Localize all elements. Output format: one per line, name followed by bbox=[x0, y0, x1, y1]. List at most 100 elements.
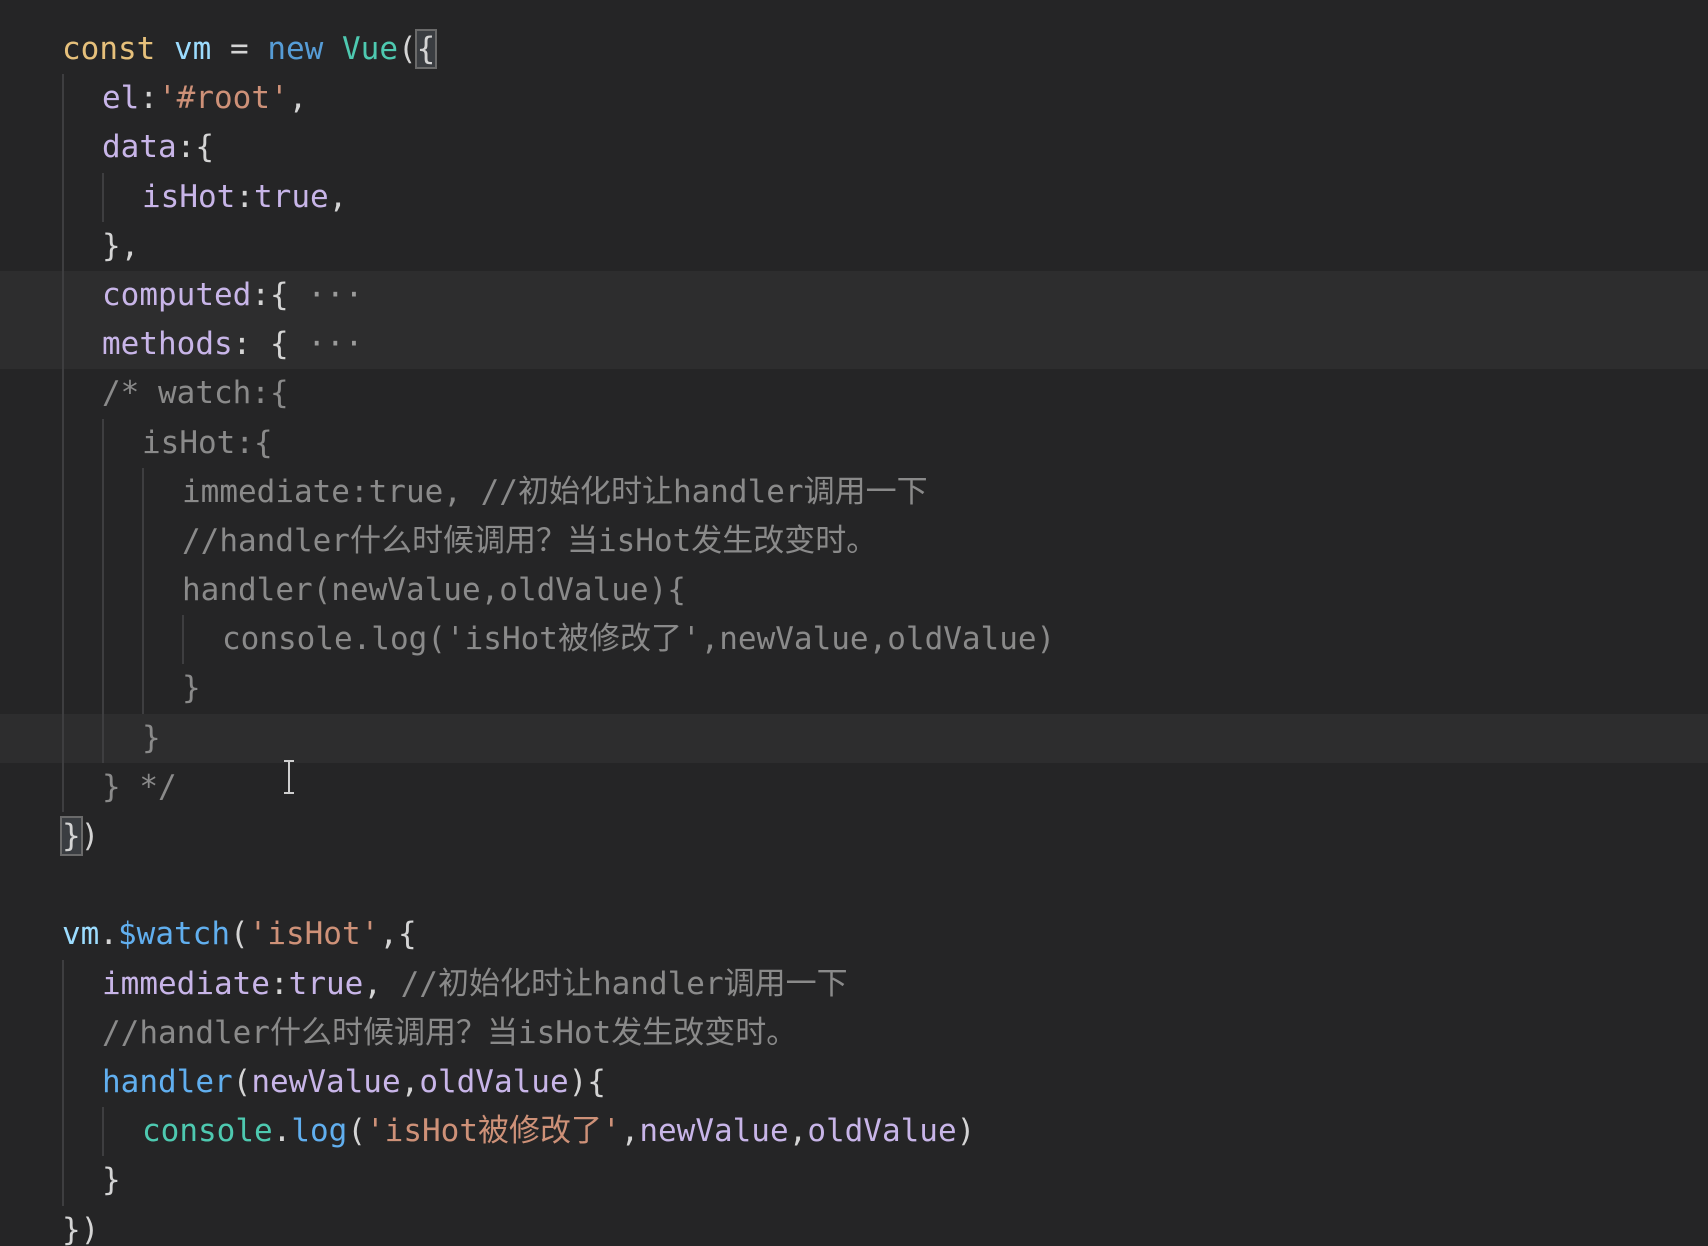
indent-guide bbox=[102, 172, 104, 222]
code-token: :{ bbox=[176, 129, 214, 166]
code-token: ( bbox=[229, 916, 249, 953]
code-token: , bbox=[400, 1063, 420, 1100]
indent-guide bbox=[182, 615, 184, 665]
code-token: 'isHot被修改了' bbox=[366, 1113, 621, 1150]
code-token: : bbox=[235, 178, 254, 215]
code-token: ){ bbox=[568, 1063, 606, 1100]
code-token: console.log('isHot被修改了',newValue,oldValu… bbox=[222, 621, 1056, 658]
indent-guide bbox=[62, 221, 64, 271]
code-line[interactable]: console.log('isHot被修改了',newValue,oldValu… bbox=[0, 1107, 1708, 1157]
code-token: handler(newValue,oldValue){ bbox=[182, 572, 686, 609]
code-token: : { bbox=[232, 326, 308, 363]
code-token: const bbox=[62, 31, 156, 67]
code-token: : bbox=[269, 965, 289, 1002]
indent-guide bbox=[62, 369, 64, 419]
line-code: methods: { ··· bbox=[102, 320, 363, 369]
code-token: ) bbox=[80, 818, 100, 854]
code-token: } bbox=[60, 816, 83, 856]
indent-guide bbox=[62, 172, 64, 222]
code-line[interactable]: //handler什么时候调用？当isHot发生改变时。 bbox=[0, 1008, 1708, 1058]
code-token: oldValue bbox=[419, 1063, 569, 1100]
indent-guide bbox=[62, 615, 64, 665]
code-token: isHot:{ bbox=[142, 424, 273, 461]
code-line[interactable]: }) bbox=[0, 1206, 1708, 1246]
line-code: } bbox=[102, 1156, 121, 1205]
code-token: $watch bbox=[118, 916, 230, 953]
code-line[interactable]: } bbox=[0, 713, 1708, 763]
line-code: const vm = new Vue({ bbox=[62, 25, 438, 74]
line-code: handler(newValue,oldValue){ bbox=[182, 566, 686, 615]
code-line[interactable]: immediate:true, //初始化时让handler调用一下 bbox=[0, 959, 1708, 1009]
code-line[interactable]: methods: { ··· bbox=[0, 320, 1708, 370]
code-token: { bbox=[414, 29, 438, 69]
code-line[interactable]: data:{ bbox=[0, 123, 1708, 173]
line-code: //handler什么时候调用？当isHot发生改变时。 bbox=[182, 517, 877, 566]
code-token: , bbox=[328, 178, 348, 215]
code-line[interactable]: isHot:{ bbox=[0, 418, 1708, 468]
line-code: }, bbox=[102, 222, 139, 271]
code-token: oldValue bbox=[807, 1113, 957, 1150]
indent-guide bbox=[142, 615, 144, 665]
code-token: ( bbox=[347, 1113, 366, 1150]
indent-guide bbox=[62, 270, 64, 321]
code-line[interactable]: el:'#root', bbox=[0, 74, 1708, 124]
line-code: computed:{ ··· bbox=[102, 271, 363, 320]
code-token: 'isHot' bbox=[248, 916, 380, 953]
code-token: //handler什么时候调用？当isHot发生改变时。 bbox=[182, 522, 878, 559]
line-code: } bbox=[182, 664, 201, 713]
line-code: //handler什么时候调用？当isHot发生改变时。 bbox=[102, 1009, 797, 1058]
code-token: , bbox=[788, 1113, 808, 1150]
indent-guide bbox=[142, 516, 144, 567]
indent-guide bbox=[62, 418, 64, 468]
code-line[interactable]: console.log('isHot被修改了',newValue,oldValu… bbox=[0, 615, 1708, 665]
folded-ellipsis[interactable]: ··· bbox=[307, 326, 363, 362]
code-token: new bbox=[267, 31, 324, 67]
indent-guide bbox=[62, 959, 64, 1009]
indent-guide bbox=[102, 418, 104, 468]
code-line[interactable]: isHot:true, bbox=[0, 172, 1708, 222]
indent-guide bbox=[102, 516, 104, 567]
code-token: } bbox=[102, 1162, 121, 1199]
code-token: ( bbox=[398, 31, 417, 67]
code-line[interactable]: } bbox=[0, 664, 1708, 714]
code-token: . bbox=[99, 916, 118, 953]
code-line[interactable]: }) bbox=[0, 812, 1708, 861]
code-line[interactable]: handler(newValue,oldValue){ bbox=[0, 566, 1708, 616]
indent-guide bbox=[62, 74, 64, 124]
line-code: }) bbox=[60, 812, 100, 861]
code-token: //handler什么时候调用？当isHot发生改变时。 bbox=[102, 1014, 798, 1051]
line-code: el:'#root', bbox=[102, 74, 307, 123]
code-token: :{ bbox=[251, 276, 308, 313]
code-token: immediate:true, //初始化时让handler调用一下 bbox=[182, 473, 928, 510]
indent-guide bbox=[62, 123, 64, 173]
code-token: newValue bbox=[251, 1063, 401, 1100]
code-editor[interactable]: const vm = new Vue({el:'#root', data:{isH… bbox=[0, 0, 1708, 1246]
code-token: //初始化时让handler调用一下 bbox=[400, 965, 848, 1002]
code-token: computed bbox=[102, 276, 252, 313]
code-token: isHot bbox=[142, 178, 236, 215]
line-code: isHot:true, bbox=[142, 173, 347, 222]
indent-guide bbox=[102, 566, 104, 616]
indent-guide bbox=[62, 762, 64, 812]
indent-guide bbox=[62, 713, 64, 763]
code-token: . bbox=[272, 1113, 292, 1150]
text-cursor-icon bbox=[284, 760, 294, 794]
code-token: el bbox=[102, 80, 140, 117]
line-code: console.log('isHot被修改了',newValue,oldValu… bbox=[142, 1107, 975, 1156]
code-line[interactable]: computed:{ ··· bbox=[0, 270, 1708, 321]
code-line[interactable]: }, bbox=[0, 221, 1708, 271]
folded-ellipsis[interactable]: ··· bbox=[307, 277, 363, 313]
code-line[interactable]: vm.$watch('isHot',{ bbox=[0, 910, 1708, 959]
code-line[interactable] bbox=[0, 861, 1708, 910]
code-token: }, bbox=[102, 227, 140, 264]
code-line[interactable]: } bbox=[0, 1156, 1708, 1206]
line-code: console.log('isHot被修改了',newValue,oldValu… bbox=[222, 615, 1055, 664]
line-code: immediate:true, //初始化时让handler调用一下 bbox=[102, 960, 848, 1009]
code-line[interactable]: const vm = new Vue({ bbox=[0, 25, 1708, 74]
code-line[interactable]: immediate:true, //初始化时让handler调用一下 bbox=[0, 467, 1708, 517]
code-line[interactable]: //handler什么时候调用？当isHot发生改变时。 bbox=[0, 516, 1708, 567]
code-line[interactable]: } */ bbox=[0, 762, 1708, 812]
code-line[interactable]: handler(newValue,oldValue){ bbox=[0, 1057, 1708, 1108]
code-line[interactable]: /* watch:{ bbox=[0, 369, 1708, 419]
code-token: , bbox=[363, 965, 401, 1002]
